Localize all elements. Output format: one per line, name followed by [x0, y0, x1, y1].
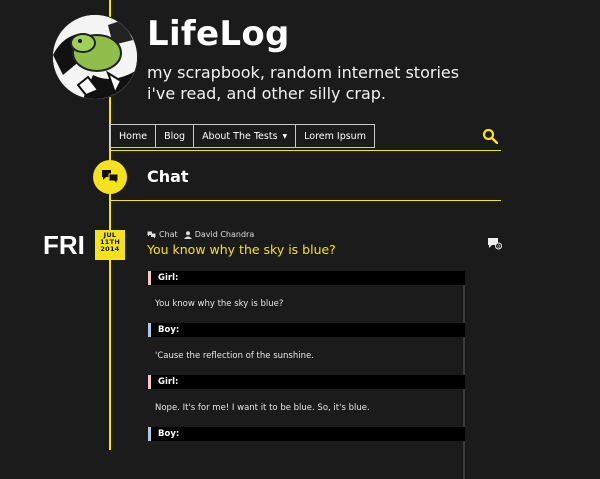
chat-format-badge [93, 160, 127, 194]
chat-transcript: Girl: You know why the sky is blue? Boy:… [148, 271, 465, 479]
user-icon [183, 230, 192, 239]
chat-speaker-girl: Girl: [148, 271, 465, 285]
chat-speaker-boy: Boy: [148, 427, 465, 441]
svg-text:0: 0 [497, 244, 500, 250]
search-icon[interactable] [482, 128, 498, 144]
nav-home-label: Home [119, 131, 148, 142]
comment-icon[interactable]: 0 [487, 237, 502, 250]
nav-about-label: About The Tests [202, 131, 278, 142]
chat-speaker-boy: Boy: [148, 323, 465, 337]
chat-line: You know why the sky is blue? [148, 285, 465, 323]
chat-meta-icon [147, 231, 156, 238]
site-avatar[interactable] [52, 14, 138, 100]
nav-blog-label: Blog [164, 131, 186, 142]
nav-about-the-tests[interactable]: About The Tests ▼ [193, 124, 296, 148]
chat-line: 'Cause the reflection of the sunshine. [148, 337, 465, 375]
post-day: FRI [43, 230, 85, 260]
site-description: my scrapbook, random internet stories i'… [147, 63, 460, 103]
chat-speaker-girl: Girl: [148, 375, 465, 389]
post-meta: Chat David Chandra [147, 230, 254, 239]
nav-home[interactable]: Home [110, 124, 156, 148]
dropdown-caret-icon: ▼ [282, 133, 288, 140]
nav-blog[interactable]: Blog [155, 124, 194, 148]
post-author-link[interactable]: David Chandra [195, 230, 255, 239]
nav-divider [110, 150, 501, 151]
site-title[interactable]: LifeLog [147, 14, 290, 54]
post-date-badge[interactable]: JUL 11TH 2014 [95, 230, 125, 260]
chat-line: Nope. It's for me! I want it to be blue.… [148, 389, 465, 427]
post-format-link[interactable]: Chat [159, 230, 178, 239]
main-nav: Home Blog About The Tests ▼ Lorem Ipsum [110, 124, 375, 148]
chat-bubbles-icon [102, 170, 119, 185]
post-title[interactable]: You know why the sky is blue? [147, 242, 336, 257]
nav-lorem-ipsum[interactable]: Lorem Ipsum [295, 124, 375, 148]
section-title: Chat [147, 167, 189, 186]
section-divider [110, 200, 501, 201]
post-year: 2014 [100, 245, 120, 253]
nav-lorem-label: Lorem Ipsum [304, 131, 366, 142]
chat-line [148, 441, 465, 479]
